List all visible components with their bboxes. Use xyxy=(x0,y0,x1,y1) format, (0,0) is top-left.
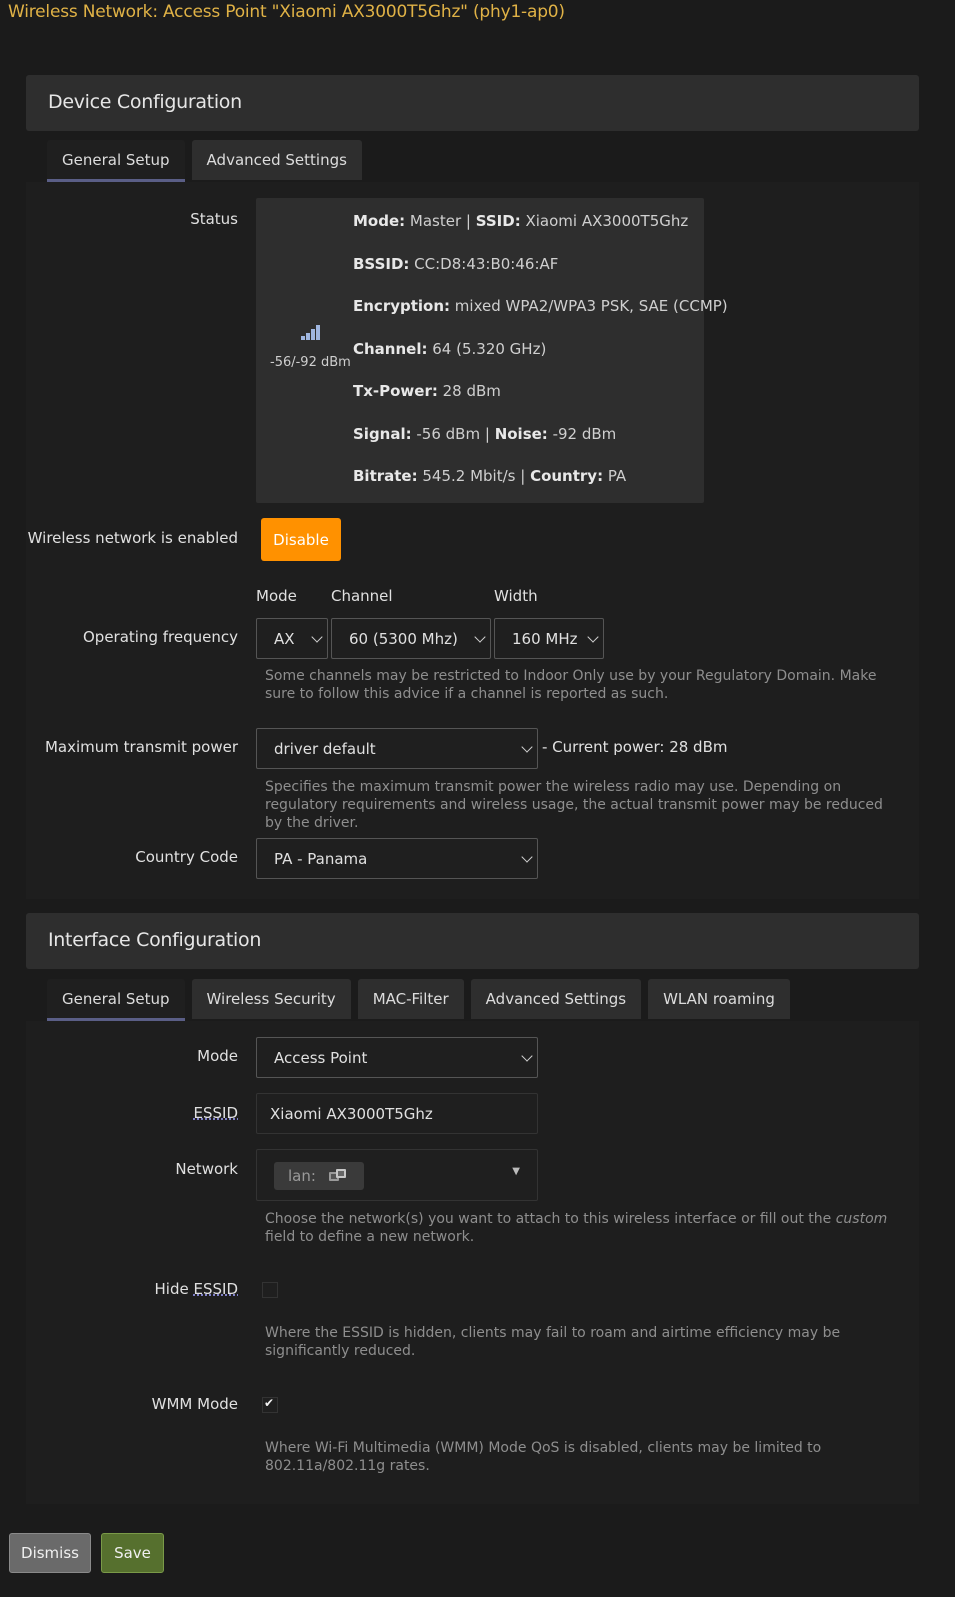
status-line-channel: Channel: 64 (5.320 GHz) xyxy=(353,339,547,358)
dismiss-button[interactable]: Dismiss xyxy=(9,1533,91,1573)
chevron-down-icon xyxy=(474,631,486,643)
wmm-mode-checkbox[interactable]: ✔ xyxy=(262,1396,278,1413)
checkmark-icon: ✔ xyxy=(264,1396,275,1410)
device-config-header: Device Configuration xyxy=(26,75,919,131)
save-button[interactable]: Save xyxy=(101,1533,164,1573)
width-select[interactable]: 160 MHz xyxy=(494,618,604,659)
tab-interface-general-setup[interactable]: General Setup xyxy=(47,979,185,1021)
country-code-label: Country Code xyxy=(135,848,238,866)
tab-device-advanced-settings[interactable]: Advanced Settings xyxy=(191,140,362,180)
hide-essid-checkbox[interactable] xyxy=(262,1282,278,1298)
disable-button[interactable]: Disable xyxy=(261,518,341,561)
txpower-select[interactable]: driver default xyxy=(256,728,538,769)
channel-column-header: Channel xyxy=(331,587,393,605)
interface-mode-value: Access Point xyxy=(274,1048,368,1067)
signal-strength-icon xyxy=(301,325,320,340)
frequency-help: Some channels may be restricted to Indoo… xyxy=(265,668,877,702)
signal-noise-text: -56/-92 dBm xyxy=(270,355,351,370)
network-interfaces-icon xyxy=(329,1169,346,1181)
dropdown-arrow-icon: ▼ xyxy=(512,1166,520,1177)
device-config-title: Device Configuration xyxy=(48,91,242,113)
channel-select[interactable]: 60 (5300 Mhz) xyxy=(331,618,491,659)
width-select-value: 160 MHz xyxy=(512,629,578,648)
status-line-txpower: Tx-Power: 28 dBm xyxy=(353,382,501,400)
tab-wireless-security[interactable]: Wireless Security xyxy=(191,979,351,1019)
essid-input-value: Xiaomi AX3000T5Ghz xyxy=(270,1104,433,1123)
device-tabs: General Setup Advanced Settings xyxy=(47,140,369,182)
status-line-signal: Signal: -56 dBm | Noise: -92 dBm xyxy=(353,424,617,443)
mode-select-value: AX xyxy=(274,629,295,648)
mode-select[interactable]: AX xyxy=(256,618,328,659)
status-line-mode: Mode: Master | SSID: Xiaomi AX3000T5Ghz xyxy=(353,212,689,230)
hide-essid-help: Where the ESSID is hidden, clients may f… xyxy=(265,1325,841,1359)
status-line-bssid: BSSID: CC:D8:43:B0:46:AF xyxy=(353,254,559,273)
country-code-value: PA - Panama xyxy=(274,849,368,868)
channel-select-value: 60 (5300 Mhz) xyxy=(349,629,458,648)
network-chip-lan[interactable]: lan: xyxy=(274,1162,364,1190)
interface-mode-label: Mode xyxy=(197,1047,238,1065)
max-transmit-power-label: Maximum transmit power xyxy=(44,738,238,756)
status-line-bitrate: Bitrate: 545.2 Mbit/s | Country: PA xyxy=(353,467,627,485)
wireless-enabled-label: Wireless network is enabled xyxy=(27,529,238,547)
chevron-down-icon xyxy=(311,631,323,643)
current-power-text: - Current power: 28 dBm xyxy=(542,738,728,756)
wmm-help: Where Wi-Fi Multimedia (WMM) Mode QoS is… xyxy=(265,1440,822,1474)
network-help: Choose the network(s) you want to attach… xyxy=(265,1211,888,1245)
interface-mode-select[interactable]: Access Point xyxy=(256,1037,538,1078)
essid-input[interactable]: Xiaomi AX3000T5Ghz xyxy=(256,1093,538,1134)
status-line-encryption: Encryption: mixed WPA2/WPA3 PSK, SAE (CC… xyxy=(353,297,728,315)
tab-wlan-roaming[interactable]: WLAN roaming xyxy=(648,979,790,1019)
essid-label: ESSID xyxy=(193,1104,239,1122)
status-details: Mode: Master | SSID: Xiaomi AX3000T5Ghz … xyxy=(353,212,728,510)
tab-mac-filter[interactable]: MAC-Filter xyxy=(357,979,464,1019)
width-column-header: Width xyxy=(494,587,538,605)
chevron-down-icon xyxy=(521,741,533,753)
txpower-select-value: driver default xyxy=(274,739,376,758)
operating-frequency-label: Operating frequency xyxy=(83,628,238,646)
tab-interface-advanced-settings[interactable]: Advanced Settings xyxy=(470,979,642,1019)
interface-config-header: Interface Configuration xyxy=(26,913,919,969)
status-label: Status xyxy=(190,210,238,228)
interface-config-title: Interface Configuration xyxy=(48,929,262,951)
mode-column-header: Mode xyxy=(256,587,297,605)
interface-tabs: General Setup Wireless Security MAC-Filt… xyxy=(47,979,797,1021)
page-title: Wireless Network: Access Point "Xiaomi A… xyxy=(8,2,565,22)
tab-device-general-setup[interactable]: General Setup xyxy=(47,140,185,182)
network-chip-label: lan: xyxy=(288,1167,316,1185)
wmm-mode-label: WMM Mode xyxy=(151,1395,238,1413)
chevron-down-icon xyxy=(587,631,599,643)
chevron-down-icon xyxy=(521,851,533,863)
network-label: Network xyxy=(175,1160,238,1178)
country-code-select[interactable]: PA - Panama xyxy=(256,838,538,879)
status-box: -56/-92 dBm Mode: Master | SSID: Xiaomi … xyxy=(256,198,728,503)
txpower-help: Specifies the maximum transmit power the… xyxy=(265,779,883,831)
hide-essid-label: Hide ESSID xyxy=(154,1280,238,1298)
chevron-down-icon xyxy=(521,1050,533,1062)
